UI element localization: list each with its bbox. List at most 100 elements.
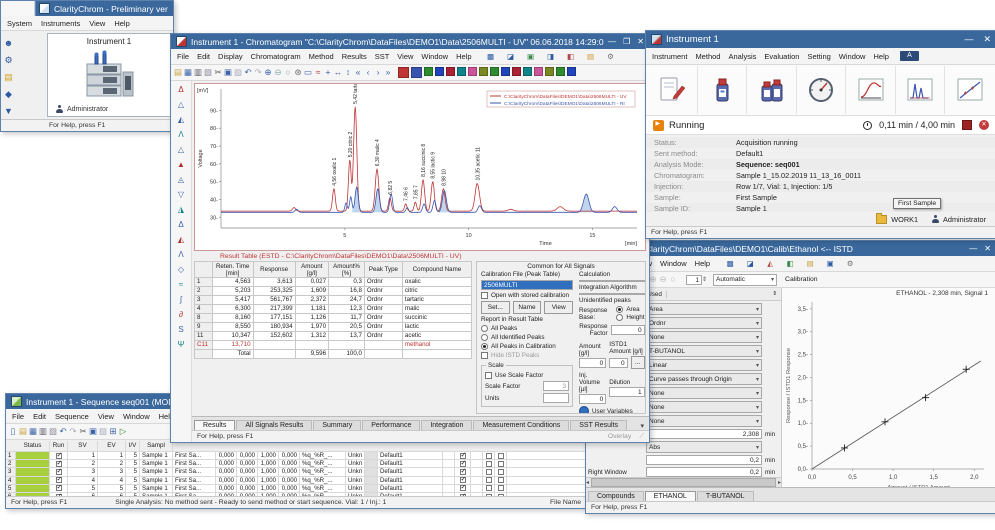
tab-all-signals-results[interactable]: All Signals Results xyxy=(236,420,312,430)
sequence-col-sv[interactable]: SV xyxy=(68,441,98,451)
preview-icon[interactable]: ▧ xyxy=(48,425,58,438)
main-title-bar[interactable]: ClarityChrom - Preliminary version xyxy=(1,1,173,16)
groups-icon[interactable]: ◇ xyxy=(176,263,186,276)
sequence-table[interactable]: StatusRunSVEVI/VSampl1115Sample 1First S… xyxy=(6,440,586,496)
minimize-button[interactable]: — xyxy=(608,37,616,46)
menu-item-results[interactable]: Results xyxy=(338,52,371,61)
chromatogram-plot[interactable]: 30-40-50-60-70-80-90-51015[mV]VoltageTim… xyxy=(195,84,643,248)
setting-select[interactable]: Curve passes through Origin xyxy=(646,373,762,385)
zoom-in-icon[interactable]: ⊕ xyxy=(263,66,273,79)
menu-item-window[interactable]: Window xyxy=(656,259,691,268)
scroll-right-icon[interactable]: ▸ xyxy=(778,479,781,486)
signal-color-square-7[interactable] xyxy=(468,67,477,76)
zoom-out-icon[interactable]: ⊖ xyxy=(658,273,668,286)
sequence-checkbox[interactable] xyxy=(460,485,466,491)
minimize-button[interactable]: — xyxy=(964,34,973,45)
menu-item-help[interactable]: Help xyxy=(452,52,475,61)
maximize-button[interactable]: ❐ xyxy=(623,37,630,46)
sequence-checkbox[interactable] xyxy=(486,453,492,459)
redo-icon[interactable]: ↷ xyxy=(253,66,263,79)
stop-button[interactable] xyxy=(962,120,972,130)
menu-item-window[interactable]: Window xyxy=(119,412,154,421)
sequence-checkbox[interactable] xyxy=(56,485,62,491)
user-indicator[interactable]: Administrator xyxy=(932,215,986,224)
result-row[interactable]: 25,203253,3251,60916,8Ordnrcitric xyxy=(195,287,472,296)
menu-item-method[interactable]: Method xyxy=(691,52,724,61)
tab-results[interactable]: Results xyxy=(194,420,235,430)
setting-select[interactable]: Area xyxy=(646,303,762,315)
abort-button[interactable] xyxy=(979,120,989,130)
menu-item-edit[interactable]: Edit xyxy=(193,52,214,61)
inj-volume-input[interactable]: 0 xyxy=(579,394,606,404)
print-icon[interactable]: ▥ xyxy=(38,425,48,438)
result-col-reten-time[interactable]: Reten. Time[min] xyxy=(212,262,253,278)
wave-icon[interactable]: ≈ xyxy=(176,278,186,291)
lock-time-icon[interactable]: Λ xyxy=(176,248,186,261)
setting-select[interactable]: None xyxy=(646,331,762,343)
sequence-col-status[interactable]: Status xyxy=(16,441,50,451)
negative-peak-icon[interactable]: ▽ xyxy=(176,188,186,201)
menu-item-help[interactable]: Help xyxy=(691,259,714,268)
scroll-thumb[interactable] xyxy=(591,478,776,487)
tab-t-butanol[interactable]: T-BUTANOL xyxy=(697,491,754,501)
chart-icon[interactable]: ▣ xyxy=(821,257,839,270)
menu-item-display[interactable]: Display xyxy=(214,52,247,61)
menu-item-sequence[interactable]: Sequence xyxy=(51,412,93,421)
signal-color-square-11[interactable] xyxy=(512,67,521,76)
calibration-button[interactable] xyxy=(945,66,994,114)
calculation-select[interactable]: ESTD xyxy=(579,280,645,282)
save-icon[interactable]: ▦ xyxy=(28,425,38,438)
first-chromatogram-icon[interactable]: « xyxy=(353,66,363,79)
user-accounts-icon[interactable]: ☻ xyxy=(4,37,14,50)
graph-icon[interactable]: ◪ xyxy=(741,257,759,270)
user-variables-icon[interactable] xyxy=(579,406,589,414)
result-col-row[interactable] xyxy=(195,262,213,278)
result-row[interactable]: Total9,596100,0 xyxy=(195,350,472,359)
peaks-icon[interactable]: ◭ xyxy=(761,257,779,270)
sequence-row[interactable]: 5555Sample 1First Sa...0,0000,0001,0000,… xyxy=(6,485,586,493)
signal-color-square-1[interactable] xyxy=(398,67,409,78)
sequence-row[interactable]: 4445Sample 1First Sa...0,0000,0001,0000,… xyxy=(6,477,586,485)
sequence-col-run[interactable]: Run xyxy=(50,441,68,451)
signal-color-square-2[interactable] xyxy=(411,67,422,78)
setting-select[interactable]: Linear xyxy=(646,359,762,371)
result-col-response[interactable]: Response xyxy=(253,262,295,278)
3d-view-icon[interactable]: ◧ xyxy=(562,50,580,63)
height-radio[interactable] xyxy=(616,314,623,321)
menu-item-sst[interactable]: SST xyxy=(371,52,394,61)
signal-color-square-12[interactable] xyxy=(523,67,532,76)
menu-item-view[interactable]: View xyxy=(94,412,118,421)
menu-item-file[interactable]: File xyxy=(173,52,193,61)
result-col-amount-[interactable]: Amount%[%] xyxy=(329,262,365,278)
all-peaks-in-calibration-radio[interactable] xyxy=(481,343,488,350)
sequence-checkbox[interactable] xyxy=(56,494,62,496)
view-button[interactable]: View xyxy=(544,301,573,314)
signal-color-square-13[interactable] xyxy=(534,67,543,76)
instrument-panel[interactable]: Instrument 1 Adminis xyxy=(47,33,171,117)
tab-compounds[interactable]: Compounds xyxy=(588,491,644,501)
result-row[interactable]: 35,417561,7672,37224,7Ordnrtartaric xyxy=(195,296,472,305)
device-monitor-button[interactable] xyxy=(797,66,847,114)
menu-item-analysis[interactable]: Analysis xyxy=(724,52,760,61)
dilution-input[interactable]: 1 xyxy=(609,387,644,397)
new-icon[interactable]: ▯ xyxy=(8,425,18,438)
gears-icon[interactable]: ⚙ xyxy=(841,257,859,270)
compound-number-spinner[interactable]: 1 xyxy=(686,275,702,285)
menu-item-instruments[interactable]: Instruments xyxy=(37,19,84,28)
single-analysis-button[interactable] xyxy=(698,66,748,114)
result-col-peak-type[interactable]: Peak Type xyxy=(364,262,402,278)
export-icon[interactable]: ▤ xyxy=(582,50,600,63)
smooth-icon[interactable]: S xyxy=(176,323,186,336)
undo-icon[interactable]: ↶ xyxy=(58,425,68,438)
sequence-row[interactable]: 1115Sample 1First Sa...0,0000,0001,0000,… xyxy=(6,452,586,460)
sequence-checkbox[interactable] xyxy=(498,485,504,491)
area-radio[interactable] xyxy=(616,306,623,313)
recalibration-mode-select[interactable]: Automatic xyxy=(713,274,777,286)
scroll-left-icon[interactable]: ◂ xyxy=(586,479,589,486)
redo-icon[interactable]: ↷ xyxy=(68,425,78,438)
fit-icon[interactable]: ↕ xyxy=(343,66,353,79)
chromatogram-button[interactable] xyxy=(896,66,946,114)
sequence-row[interactable]: 2225Sample 1First Sa...0,0000,0001,0000,… xyxy=(6,460,586,468)
marker-icon[interactable]: Ψ xyxy=(176,338,186,351)
setting-input[interactable]: 0,2 xyxy=(646,455,762,465)
